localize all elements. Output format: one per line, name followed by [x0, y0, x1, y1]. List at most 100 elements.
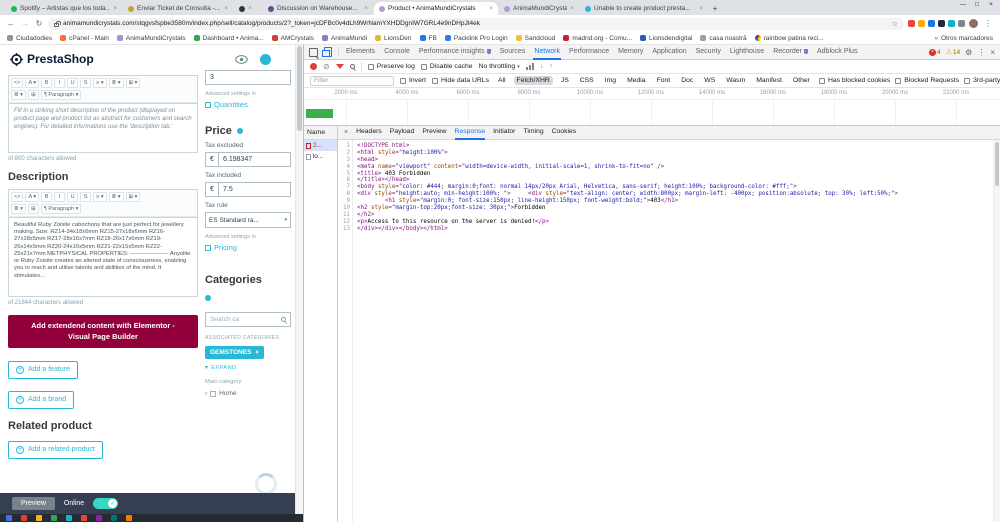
extension-icon[interactable]	[928, 20, 935, 27]
bookmark-item[interactable]: cPanel - Main	[60, 35, 109, 42]
scrollbar-thumb[interactable]	[995, 142, 999, 186]
bookmark-item[interactable]: AnimaMundiCrystals	[117, 35, 186, 42]
editor-toolbar-button[interactable]: ⊞ ▾	[126, 78, 141, 88]
filter-funnel-icon[interactable]	[336, 64, 344, 69]
preview-eye-icon[interactable]	[235, 55, 248, 64]
description-editor[interactable]: Beautiful Ruby Zoisite cabochons that ar…	[8, 217, 198, 297]
taskbar-icon[interactable]	[126, 515, 132, 521]
network-conditions-icon[interactable]	[526, 63, 534, 70]
new-tab-button[interactable]: +	[708, 2, 722, 15]
category-search-input[interactable]: Search ca	[205, 312, 291, 327]
taskbar-icon[interactable]	[21, 515, 27, 521]
price-help-icon[interactable]	[237, 128, 243, 134]
filter-pill[interactable]: Img	[602, 76, 619, 85]
bookmark-item[interactable]: Ciudadodies	[7, 35, 52, 42]
help-icon[interactable]	[260, 54, 271, 65]
expand-categories-button[interactable]: ▾EXPAND	[205, 365, 291, 371]
devtools-tab-application[interactable]: Application	[651, 45, 687, 60]
devtools-tab-recorder[interactable]: Recorder	[772, 45, 809, 60]
editor-toolbar-button[interactable]: ⊞ ▾	[126, 192, 141, 202]
filter-pill[interactable]: Other	[790, 76, 813, 85]
browser-tab[interactable]: AnimaMundiCrystals×	[499, 2, 579, 15]
categories-help-icon[interactable]	[205, 295, 211, 301]
taskbar-icon[interactable]	[66, 515, 72, 521]
bookmark-item[interactable]: casa noastră	[700, 35, 746, 42]
device-toolbar-icon[interactable]	[324, 47, 332, 57]
filter-pill[interactable]: CSS	[577, 76, 597, 85]
filter-pill[interactable]: All	[495, 76, 509, 85]
detail-tab-response[interactable]: Response	[455, 126, 486, 140]
settings-gear-icon[interactable]: ⚙	[965, 48, 972, 57]
detail-tab-headers[interactable]: Headers	[356, 126, 382, 140]
editor-toolbar-button[interactable]: U	[67, 78, 78, 88]
editor-toolbar-button[interactable]: S	[80, 78, 91, 88]
filter-pill[interactable]: Doc	[678, 76, 696, 85]
tree-chevron-icon[interactable]: ›	[205, 390, 207, 397]
detail-tab-preview[interactable]: Preview	[422, 126, 446, 140]
preview-button[interactable]: Preview	[12, 497, 55, 510]
devtools-tab-elements[interactable]: Elements	[345, 45, 376, 60]
network-filter-input[interactable]: Filter	[310, 76, 394, 86]
bookmark-star-icon[interactable]: ☆	[892, 20, 898, 28]
filter-pill[interactable]: Media	[624, 76, 649, 85]
elementor-banner-button[interactable]: Add extendend content with Elementor - V…	[8, 315, 198, 348]
editor-toolbar-button[interactable]: ≣ ▾	[109, 192, 124, 202]
tab-close-icon[interactable]: ×	[248, 6, 252, 12]
overflow-chevron-icon[interactable]: »	[934, 35, 938, 42]
devtools-tab-adblock-plus[interactable]: Adblock Plus	[816, 45, 858, 60]
extension-icon[interactable]	[938, 20, 945, 27]
profile-avatar[interactable]	[969, 19, 978, 28]
devtools-scrollbar[interactable]	[993, 140, 1000, 522]
preserve-log-checkbox[interactable]: Preserve log	[368, 63, 415, 70]
browser-tab[interactable]: Enviar Ticket de Consulta -...×	[123, 2, 233, 15]
filter-pill[interactable]: Manifest	[753, 76, 785, 85]
tab-close-icon[interactable]: ×	[113, 6, 117, 12]
devtools-close-icon[interactable]: ×	[990, 48, 995, 57]
editor-toolbar-button[interactable]: U	[67, 192, 78, 202]
bookmark-item[interactable]: LionsDen	[375, 35, 411, 42]
taskbar-icon[interactable]	[51, 515, 57, 521]
browser-tab[interactable]: Product • AnimaMundiCrystals×	[374, 2, 498, 15]
export-har-icon[interactable]: ↑	[549, 63, 553, 70]
throttling-select[interactable]: No throttling▾	[479, 63, 520, 70]
editor-toolbar-button[interactable]: A ▾	[25, 192, 39, 202]
window-close-button[interactable]: ×	[984, 1, 998, 8]
record-button[interactable]	[310, 63, 317, 70]
devtools-menu-icon[interactable]: ⋮	[977, 48, 985, 57]
detail-tab-payload[interactable]: Payload	[390, 126, 415, 140]
quantity-input[interactable]: 3	[205, 70, 291, 85]
close-detail-icon[interactable]: ×	[344, 129, 348, 136]
tab-close-icon[interactable]: ×	[699, 6, 703, 12]
search-icon[interactable]	[350, 64, 355, 69]
tab-close-icon[interactable]: ×	[489, 6, 493, 12]
clear-icon[interactable]: ⊘	[323, 62, 330, 71]
filter-checkbox[interactable]: Has blocked cookies	[819, 77, 890, 84]
taskbar-icon[interactable]	[111, 515, 117, 521]
summary-editor[interactable]: Fill in a striking short description of …	[8, 103, 198, 153]
editor-toolbar-button[interactable]: ≣ ▾	[109, 78, 124, 88]
bookmark-item[interactable]: Lionsdendigital	[640, 35, 692, 42]
bookmark-item[interactable]: madrid.org - Comu...	[563, 35, 632, 42]
add-related-product-button[interactable]: +Add a related product	[8, 441, 103, 459]
editor-toolbar-button[interactable]: B	[41, 78, 52, 88]
omnibox[interactable]: animamundicrystals.com/stqgvsfspbe3580m/…	[48, 18, 904, 30]
tax-rule-select[interactable]: ES Standard ra... ▾	[205, 212, 291, 228]
pricing-link[interactable]: Pricing	[205, 243, 291, 252]
invert-checkbox[interactable]: Invert	[400, 77, 426, 84]
home-category-row[interactable]: › Home	[205, 390, 291, 397]
detail-tab-timing[interactable]: Timing	[523, 126, 543, 140]
extension-icon[interactable]	[958, 20, 965, 27]
editor-toolbar-button[interactable]: B	[41, 192, 52, 202]
filter-checkbox[interactable]: 3rd-party requests	[964, 77, 1000, 84]
editor-toolbar-button[interactable]: ≣ ▾	[11, 90, 26, 100]
windows-taskbar[interactable]	[0, 514, 303, 522]
tax-included-input[interactable]: € 7.5	[205, 182, 291, 197]
quantities-link[interactable]: Quantities	[205, 100, 291, 109]
network-overview-strip[interactable]	[304, 100, 1000, 126]
import-har-icon[interactable]: ↓	[540, 63, 544, 70]
editor-toolbar-button[interactable]: A ▾	[25, 78, 39, 88]
taskbar-icon[interactable]	[96, 515, 102, 521]
home-checkbox[interactable]	[210, 391, 216, 397]
detail-tab-cookies[interactable]: Cookies	[552, 126, 577, 140]
extension-icon[interactable]	[908, 20, 915, 27]
